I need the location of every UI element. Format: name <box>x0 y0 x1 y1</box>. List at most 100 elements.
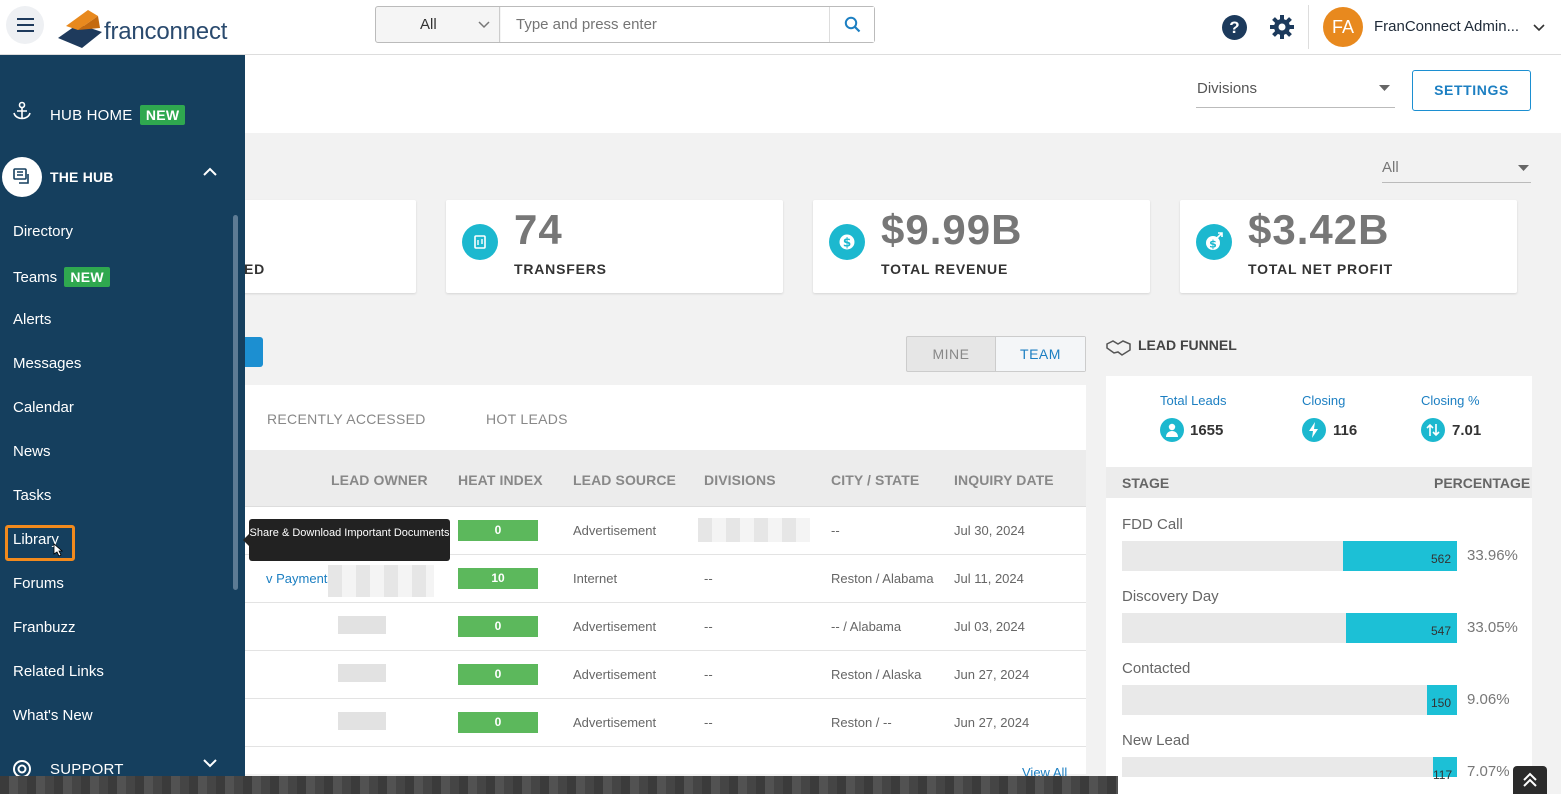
column-header-city-state[interactable]: CITY / STATE <box>831 472 919 488</box>
dollar-growth-icon: $ <box>1196 224 1232 260</box>
sidebar-item-messages[interactable]: Messages <box>13 355 81 372</box>
logo-text: franconnect <box>104 18 228 45</box>
lead-funnel-title: LEAD FUNNEL <box>1138 337 1237 353</box>
top-header: franconnect All ? FA FranConnect Admin..… <box>0 0 1561 55</box>
help-icon[interactable]: ? <box>1222 15 1247 40</box>
search-scope-value: All <box>420 16 437 33</box>
column-header-inquiry-date[interactable]: INQUIRY DATE <box>954 472 1054 488</box>
percentage-column-header: PERCENTAGE <box>1434 475 1531 491</box>
stage-percentage: 7.07% <box>1467 763 1510 780</box>
anchor-icon <box>13 101 31 120</box>
sidebar-scrollbar[interactable] <box>233 215 238 590</box>
settings-button[interactable]: SETTINGS <box>1412 70 1531 111</box>
inquiry-date-cell: Jul 30, 2024 <box>954 523 1025 538</box>
stage-name: Contacted <box>1122 660 1191 677</box>
lead-source-cell: Advertisement <box>573 667 657 682</box>
city-state-cell: Reston / Alaska <box>831 667 922 682</box>
stage-percentage: 33.96% <box>1467 547 1518 564</box>
stage-name: New Lead <box>1122 732 1190 749</box>
sidebar-item-teams[interactable]: Teams NEW <box>13 267 110 287</box>
hub-icon <box>2 157 42 197</box>
svg-text:$: $ <box>843 236 851 250</box>
column-header-heat-index[interactable]: HEAT INDEX <box>458 472 543 488</box>
user-name[interactable]: FranConnect Admin... <box>1374 18 1519 35</box>
sidebar-item-franbuzz[interactable]: Franbuzz <box>13 619 76 636</box>
sidebar-item-directory[interactable]: Directory <box>13 223 73 240</box>
person-icon <box>1160 418 1184 442</box>
city-state-cell: -- <box>831 523 840 538</box>
redacted-division <box>698 518 810 542</box>
lead-source-cell: Advertisement <box>573 619 657 634</box>
kpi-card-total-revenue: $ $9.99B TOTAL REVENUE <box>813 200 1150 293</box>
sidebar-item-alerts[interactable]: Alerts <box>13 311 51 328</box>
stage-percentage: 9.06% <box>1467 691 1510 708</box>
heat-index-badge: 0 <box>458 616 538 637</box>
mine-toggle-button[interactable]: MINE <box>907 337 995 371</box>
kpi-value: $9.99B <box>881 206 1023 253</box>
teams-label: Teams <box>13 269 58 286</box>
closing-value: 116 <box>1333 422 1358 439</box>
inquiry-date-cell: Jun 27, 2024 <box>954 715 1030 730</box>
stage-column-header: STAGE <box>1122 475 1170 491</box>
chevron-up-icon[interactable] <box>203 167 217 176</box>
sidebar-item-news[interactable]: News <box>13 443 51 460</box>
divisions-select[interactable]: Divisions <box>1196 76 1395 108</box>
sidebar-section-the-hub[interactable]: THE HUB <box>50 169 114 185</box>
stage-name: FDD Call <box>1122 516 1183 533</box>
kpi-value: 74 <box>514 206 563 253</box>
closing-percent-value: 7.01 <box>1452 422 1482 439</box>
redacted-lead-owner <box>328 565 434 597</box>
search-button[interactable] <box>829 7 874 42</box>
team-toggle-button[interactable]: TEAM <box>995 337 1085 371</box>
up-down-arrows-icon <box>1421 418 1445 442</box>
header-divider <box>1308 5 1309 49</box>
heat-index-badge: 0 <box>458 520 538 541</box>
caret-down-icon <box>1518 165 1529 171</box>
column-header-lead-source[interactable]: LEAD SOURCE <box>573 472 676 488</box>
division-cell: -- <box>704 571 713 586</box>
tab-recently-accessed[interactable]: RECENTLY ACCESSED <box>267 411 426 427</box>
add-lead-button[interactable] <box>245 337 263 367</box>
search-icon <box>844 16 861 33</box>
new-badge: NEW <box>139 105 186 125</box>
user-avatar[interactable]: FA <box>1323 7 1363 47</box>
search-input[interactable] <box>501 7 829 42</box>
search-scope-select[interactable]: All <box>376 7 500 42</box>
division-cell: -- <box>704 667 713 682</box>
sidebar-item-hub-home[interactable]: HUB HOME NEW <box>50 105 186 125</box>
inquiry-date-cell: Jun 27, 2024 <box>954 667 1030 682</box>
sidebar-item-related-links[interactable]: Related Links <box>13 663 104 680</box>
sidebar-item-tasks[interactable]: Tasks <box>13 487 51 504</box>
menu-toggle-button[interactable] <box>6 6 44 44</box>
gear-icon[interactable] <box>1269 14 1295 40</box>
lead-source-cell: Advertisement <box>573 523 657 538</box>
stage-bar-fill: 562 <box>1343 541 1457 571</box>
global-search: All <box>375 6 875 43</box>
library-tooltip: Share & Download Important Documents <box>243 519 450 561</box>
lead-name-link[interactable]: v Payments <box>266 571 334 586</box>
column-header-lead-owner[interactable]: LEAD OWNER <box>331 472 428 488</box>
sidebar-item-forums[interactable]: Forums <box>13 575 64 592</box>
chevron-down-icon[interactable] <box>203 759 217 768</box>
svg-text:$: $ <box>1209 238 1217 251</box>
chevron-down-icon[interactable] <box>1533 24 1545 32</box>
sidebar: HUB HOME NEW THE HUB Directory Teams NEW… <box>0 55 245 794</box>
caret-down-icon <box>1379 85 1390 91</box>
column-header-divisions[interactable]: DIVISIONS <box>704 472 776 488</box>
city-state-cell: -- / Alabama <box>831 619 902 634</box>
heat-index-badge: 0 <box>458 712 538 733</box>
heat-index-badge: 10 <box>458 568 538 589</box>
closing-percent-label: Closing % <box>1421 393 1480 408</box>
lead-source-cell: Advertisement <box>573 715 657 730</box>
chevron-down-icon <box>478 21 490 29</box>
handshake-icon <box>1106 340 1131 356</box>
sidebar-item-calendar[interactable]: Calendar <box>13 399 74 416</box>
division-cell: -- <box>704 715 713 730</box>
scroll-to-top-button[interactable] <box>1513 766 1547 794</box>
period-select[interactable]: All <box>1382 156 1531 183</box>
redacted-lead-owner <box>338 616 386 634</box>
city-state-cell: Reston / -- <box>831 715 892 730</box>
sidebar-item-whats-new[interactable]: What's New <box>13 707 93 724</box>
tab-hot-leads[interactable]: HOT LEADS <box>486 411 568 427</box>
stage-bar-fill: 547 <box>1346 613 1457 643</box>
